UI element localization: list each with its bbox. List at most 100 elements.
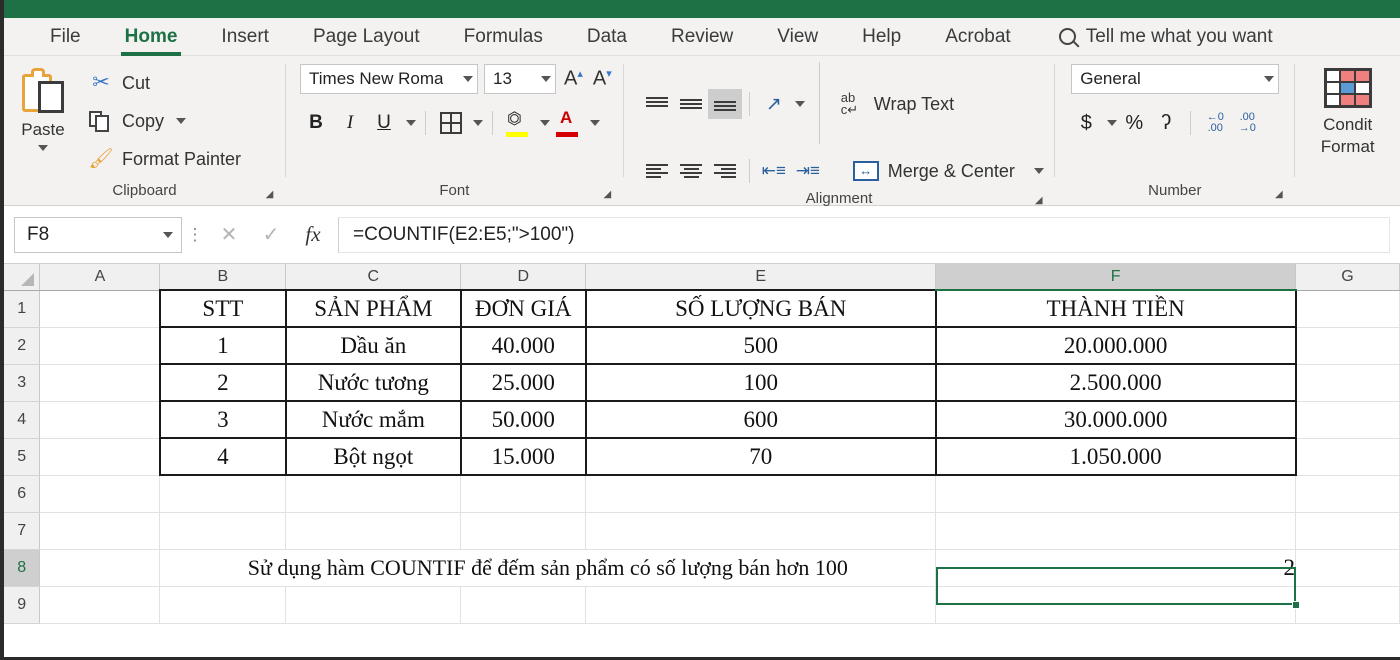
cell-d5[interactable]: 15.000 bbox=[459, 437, 587, 476]
align-bottom-button[interactable] bbox=[707, 89, 742, 119]
cell-b1[interactable]: STT bbox=[158, 289, 287, 328]
column-header-g[interactable]: G bbox=[1295, 264, 1400, 291]
cell-d6[interactable] bbox=[460, 475, 587, 513]
decrease-font-size-button[interactable]: A▾ bbox=[591, 67, 614, 91]
cell-a6[interactable] bbox=[39, 475, 161, 513]
cell-f6[interactable] bbox=[935, 475, 1297, 513]
cell-c1[interactable]: SẢN PHẨM bbox=[284, 289, 462, 328]
cell-c2[interactable]: Dầu ăn bbox=[284, 326, 462, 365]
cell-f5[interactable]: 1.050.000 bbox=[934, 437, 1297, 476]
column-header-d[interactable]: D bbox=[460, 264, 587, 291]
borders-button[interactable] bbox=[435, 108, 467, 138]
cell-b8-merged-note[interactable]: Sử dụng hàm COUNTIF để đếm sản phẩm có s… bbox=[159, 549, 937, 587]
cell-e6[interactable] bbox=[585, 475, 937, 513]
align-left-button[interactable] bbox=[640, 156, 674, 186]
row-header-3[interactable]: 3 bbox=[4, 364, 41, 402]
cell-d1[interactable]: ĐƠN GIÁ bbox=[459, 289, 587, 328]
chevron-down-icon[interactable] bbox=[1107, 120, 1118, 126]
cell-e7[interactable] bbox=[585, 512, 937, 550]
cell-c4[interactable]: Nước mắm bbox=[284, 400, 462, 439]
cell-g1[interactable] bbox=[1295, 290, 1400, 328]
cell-e5[interactable]: 70 bbox=[584, 437, 937, 476]
chevron-down-icon[interactable] bbox=[540, 120, 550, 126]
fill-color-button[interactable]: ⏣ bbox=[502, 108, 534, 138]
column-header-f[interactable]: F bbox=[935, 264, 1297, 291]
cell-f1[interactable]: THÀNH TIỀN bbox=[934, 289, 1297, 328]
insert-function-button[interactable]: fx bbox=[292, 217, 334, 253]
cell-a8[interactable] bbox=[39, 549, 161, 587]
conditional-formatting-button[interactable]: Condit Format bbox=[1295, 64, 1400, 158]
chevron-down-icon[interactable] bbox=[176, 118, 187, 124]
align-middle-button[interactable] bbox=[674, 89, 708, 119]
tab-acrobat[interactable]: Acrobat bbox=[923, 18, 1032, 56]
orientation-button[interactable]: ↗ bbox=[757, 89, 791, 119]
comma-style-button[interactable]: ʔ bbox=[1151, 108, 1181, 138]
cell-g6[interactable] bbox=[1295, 475, 1400, 513]
cell-d9[interactable] bbox=[460, 586, 587, 624]
merge-center-button[interactable]: Merge & Center bbox=[852, 161, 1044, 182]
row-header-8[interactable]: 8 bbox=[4, 549, 41, 587]
tab-home[interactable]: Home bbox=[103, 18, 200, 56]
column-header-a[interactable]: A bbox=[39, 264, 161, 291]
format-painter-button[interactable]: 🖌 Format Painter bbox=[88, 144, 241, 174]
currency-button[interactable]: $ bbox=[1071, 108, 1101, 138]
cell-d4[interactable]: 50.000 bbox=[459, 400, 587, 439]
cell-f9[interactable] bbox=[935, 586, 1297, 624]
cell-f4[interactable]: 30.000.000 bbox=[934, 400, 1297, 439]
tab-review[interactable]: Review bbox=[649, 18, 755, 56]
select-all-corner[interactable] bbox=[4, 264, 41, 291]
font-size-combo[interactable]: 13 bbox=[484, 64, 556, 94]
cell-f2[interactable]: 20.000.000 bbox=[934, 326, 1297, 365]
copy-button[interactable]: Copy bbox=[88, 106, 241, 136]
cell-d7[interactable] bbox=[460, 512, 587, 550]
cell-d2[interactable]: 40.000 bbox=[459, 326, 587, 365]
cell-g2[interactable] bbox=[1295, 327, 1400, 365]
name-box[interactable]: F8 bbox=[14, 216, 182, 253]
cell-b7[interactable] bbox=[159, 512, 287, 550]
tab-formulas[interactable]: Formulas bbox=[442, 18, 565, 56]
tab-file[interactable]: File bbox=[28, 18, 103, 56]
tab-page-layout[interactable]: Page Layout bbox=[291, 18, 442, 56]
decrease-indent-button[interactable]: ⇤≡ bbox=[757, 156, 791, 186]
fill-handle[interactable] bbox=[1292, 601, 1300, 609]
cell-a9[interactable] bbox=[39, 586, 161, 624]
chevron-down-icon[interactable] bbox=[473, 120, 483, 126]
wrap-text-button[interactable]: ab c↵ Wrap Text bbox=[841, 91, 954, 116]
number-format-combo[interactable]: General bbox=[1071, 64, 1280, 94]
paste-button[interactable]: Paste bbox=[4, 64, 82, 151]
cell-a4[interactable] bbox=[39, 401, 161, 439]
font-name-combo[interactable]: Times New Roma bbox=[300, 64, 478, 94]
cell-c6[interactable] bbox=[285, 475, 462, 513]
align-top-button[interactable] bbox=[640, 89, 674, 119]
font-color-button[interactable]: A bbox=[552, 108, 584, 138]
cell-c7[interactable] bbox=[285, 512, 462, 550]
cut-button[interactable]: ✂ Cut bbox=[88, 68, 241, 98]
chevron-down-icon[interactable] bbox=[590, 120, 600, 126]
increase-font-size-button[interactable]: A▴ bbox=[562, 67, 585, 91]
cell-g3[interactable] bbox=[1295, 364, 1400, 402]
formula-input[interactable]: =COUNTIF(E2:E5;">100") bbox=[338, 216, 1390, 253]
cell-a7[interactable] bbox=[39, 512, 161, 550]
row-header-6[interactable]: 6 bbox=[4, 475, 41, 513]
cell-e4[interactable]: 600 bbox=[584, 400, 937, 439]
cell-d3[interactable]: 25.000 bbox=[459, 363, 587, 402]
cell-b2[interactable]: 1 bbox=[158, 326, 287, 365]
bold-button[interactable]: B bbox=[300, 108, 332, 138]
row-header-4[interactable]: 4 bbox=[4, 401, 41, 439]
cell-f7[interactable] bbox=[935, 512, 1297, 550]
cell-a5[interactable] bbox=[39, 438, 161, 476]
tab-view[interactable]: View bbox=[755, 18, 840, 56]
cell-b5[interactable]: 4 bbox=[158, 437, 287, 476]
chevron-down-icon[interactable] bbox=[794, 101, 805, 107]
chevron-down-icon[interactable] bbox=[163, 231, 173, 238]
cell-b3[interactable]: 2 bbox=[158, 363, 287, 402]
cell-e3[interactable]: 100 bbox=[584, 363, 937, 402]
cell-e1[interactable]: SỐ LƯỢNG BÁN bbox=[584, 289, 937, 328]
row-header-5[interactable]: 5 bbox=[4, 438, 41, 476]
row-header-2[interactable]: 2 bbox=[4, 327, 41, 365]
cancel-formula-button[interactable]: ✕ bbox=[208, 217, 250, 253]
percent-button[interactable]: % bbox=[1119, 108, 1149, 138]
cell-a1[interactable] bbox=[39, 290, 161, 328]
cell-g7[interactable] bbox=[1295, 512, 1400, 550]
cell-c5[interactable]: Bột ngọt bbox=[284, 437, 462, 476]
